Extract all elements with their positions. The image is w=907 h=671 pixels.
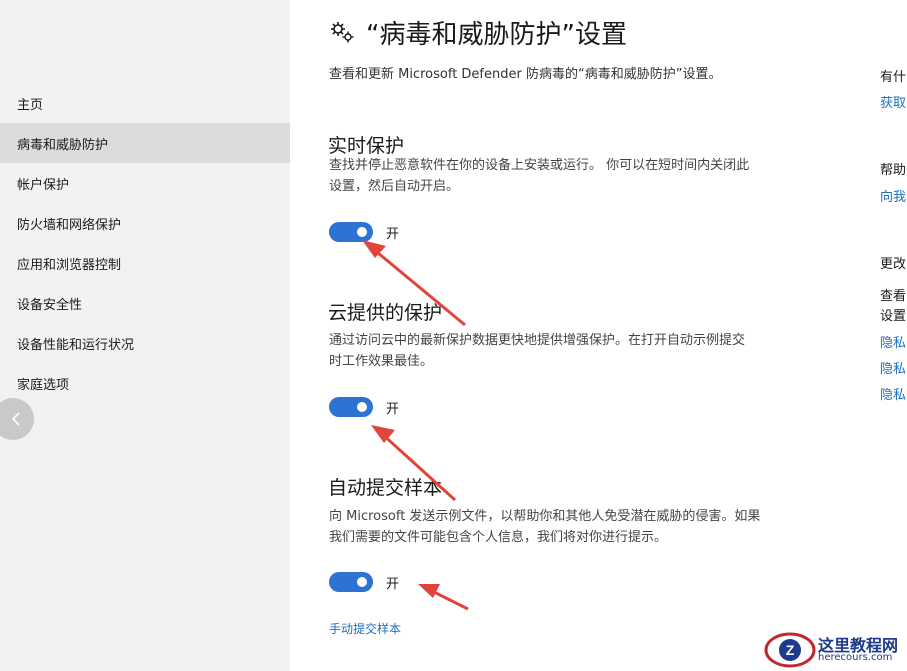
- right-link-privacy-3[interactable]: 隐私: [880, 384, 906, 403]
- right-text-view: 查看: [880, 289, 907, 304]
- toggle-row-realtime-protection: 开: [329, 222, 399, 242]
- section-title-cloud-protection: 云提供的保护: [328, 302, 443, 324]
- desc-line: 向 Microsoft 发送示例文件，以帮助你和其他人免受潜在威胁的侵害。如果: [329, 509, 761, 524]
- sidebar-item-virus-threat-protection[interactable]: 病毒和威胁防护: [0, 123, 290, 163]
- right-heading-questions: 有什: [880, 70, 907, 85]
- right-link-feedback[interactable]: 向我: [880, 186, 906, 205]
- desc-line: 通过访问云中的最新保护数据更快地提供增强保护。在打开自动示例提交: [329, 333, 746, 348]
- toggle-row-automatic-sample-submission: 开: [329, 572, 399, 592]
- toggle-state-label: 开: [386, 576, 400, 592]
- sidebar-item-label: 病毒和威胁防护: [17, 137, 109, 153]
- back-button[interactable]: [0, 398, 34, 440]
- section-title-automatic-sample-submission: 自动提交样本: [328, 477, 443, 499]
- desc-line: 我们需要的文件可能包含个人信息，我们将对你进行提示。: [329, 530, 668, 545]
- right-link-get-help[interactable]: 获取: [880, 92, 906, 111]
- toggle-state-label: 开: [386, 401, 400, 417]
- section-title-realtime-protection: 实时保护: [328, 135, 405, 157]
- sidebar-item-label: 帐户保护: [17, 177, 70, 193]
- sidebar-item-label: 主页: [17, 97, 44, 113]
- sidebar-item-home[interactable]: 主页: [0, 83, 290, 123]
- right-heading-change-privacy: 更改: [880, 257, 907, 272]
- sidebar-item-label: 设备安全性: [17, 297, 83, 313]
- page-header: “病毒和威胁防护”设置: [330, 14, 627, 51]
- section-desc-realtime-protection: 查找并停止恶意软件在你的设备上安装或运行。 你可以在短时间内关闭此 设置，然后自…: [329, 155, 829, 197]
- right-link-privacy-2[interactable]: 隐私: [880, 358, 906, 377]
- svg-text:Z: Z: [786, 642, 795, 658]
- sidebar-item-label: 家庭选项: [17, 377, 70, 393]
- right-link-privacy-1[interactable]: 隐私: [880, 332, 906, 351]
- desc-line: 设置，然后自动开启。: [329, 179, 460, 194]
- sidebar-item-device-performance[interactable]: 设备性能和运行状况: [0, 323, 290, 363]
- right-text-settings: 设置: [880, 309, 907, 324]
- watermark-url: herecours.com: [818, 652, 893, 663]
- automatic-sample-submission-toggle[interactable]: [329, 572, 373, 592]
- toggle-state-label: 开: [386, 226, 400, 242]
- sidebar-item-label: 防火墙和网络保护: [17, 217, 122, 233]
- toggle-knob: [357, 227, 367, 237]
- sidebar-item-device-security[interactable]: 设备安全性: [0, 283, 290, 323]
- sidebar-item-label: 设备性能和运行状况: [17, 337, 135, 353]
- sidebar-item-firewall[interactable]: 防火墙和网络保护: [0, 203, 290, 243]
- cloud-protection-toggle[interactable]: [329, 397, 373, 417]
- sidebar-item-family-options[interactable]: 家庭选项: [0, 363, 290, 403]
- right-heading-help: 帮助: [880, 163, 907, 178]
- page-title: “病毒和威胁防护”设置: [366, 20, 627, 50]
- sidebar-item-label: 应用和浏览器控制: [17, 257, 122, 273]
- desc-line: 时工作效果最佳。: [329, 354, 434, 369]
- sidebar: 主页 病毒和威胁防护 帐户保护 防火墙和网络保护 应用和浏览器控制 设备安全性 …: [0, 0, 290, 671]
- page-description: 查看和更新 Microsoft Defender 防病毒的“病毒和威胁防护”设置…: [329, 67, 722, 82]
- section-desc-cloud-protection: 通过访问云中的最新保护数据更快地提供增强保护。在打开自动示例提交 时工作效果最佳…: [329, 330, 829, 372]
- toggle-row-cloud-protection: 开: [329, 397, 399, 417]
- realtime-protection-toggle[interactable]: [329, 222, 373, 242]
- manual-submit-sample-link[interactable]: 手动提交样本: [329, 620, 401, 637]
- sidebar-item-app-browser-control[interactable]: 应用和浏览器控制: [0, 243, 290, 283]
- gear-icon: [331, 21, 354, 42]
- chevron-left-icon: [11, 412, 20, 426]
- main-content: “病毒和威胁防护”设置 查看和更新 Microsoft Defender 防病毒…: [290, 0, 907, 671]
- desc-line: 查找并停止恶意软件在你的设备上安装或运行。 你可以在短时间内关闭此: [329, 158, 750, 173]
- section-desc-automatic-sample-submission: 向 Microsoft 发送示例文件，以帮助你和其他人免受潜在威胁的侵害。如果 …: [329, 506, 829, 548]
- sidebar-item-account-protection[interactable]: 帐户保护: [0, 163, 290, 203]
- right-column: 有什 获取 帮助 向我 更改 查看 设置 隐私 隐私 隐私: [880, 0, 907, 671]
- toggle-knob: [357, 402, 367, 412]
- toggle-knob: [357, 577, 367, 587]
